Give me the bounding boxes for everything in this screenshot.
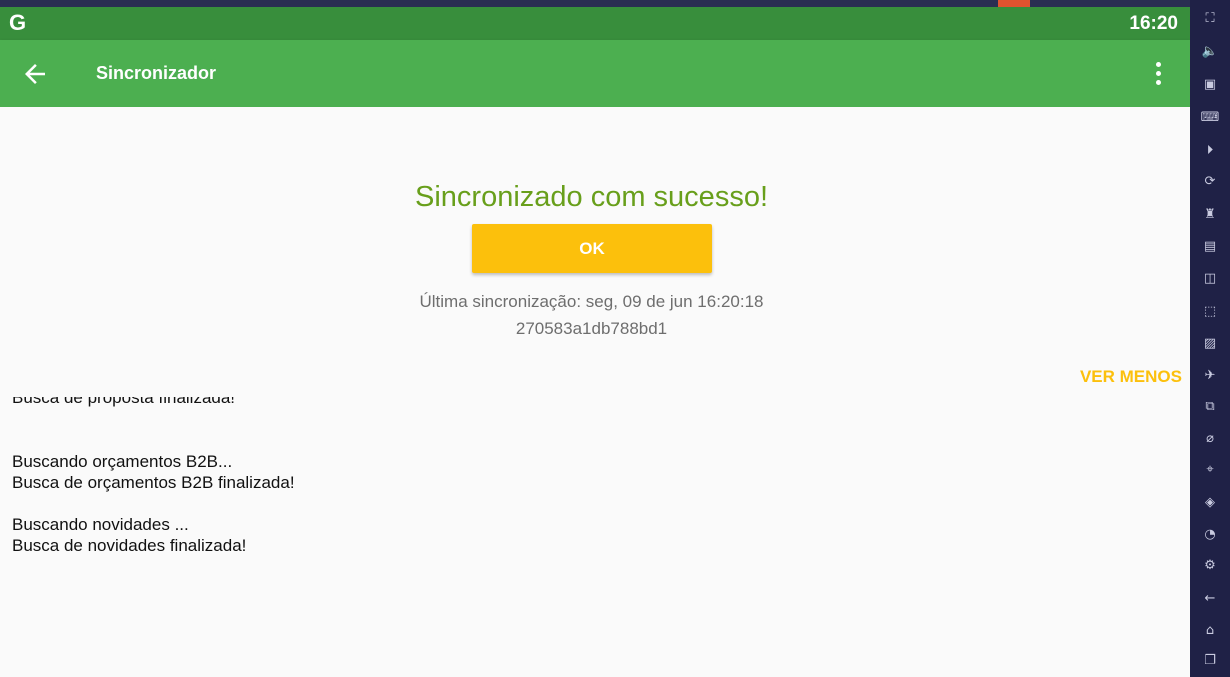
fullscreen-icon[interactable]: ⛶ xyxy=(1199,8,1221,30)
home-icon[interactable]: ⌂ xyxy=(1199,620,1221,642)
status-clock: 16:20 xyxy=(1129,13,1178,34)
ok-button[interactable]: OK xyxy=(472,224,712,273)
emulator-sidebar: ⛶ 🔈 ▣ ⌨ ⏵ ⟳ ♜ ▤ ◫ ⬚ ▨ ✈ ⧉ ⌀ ⌖ ◈ ◔ ⚙ ← ⌂ … xyxy=(1190,0,1230,677)
sync-log: Busca de proposta finalizada! Buscando o… xyxy=(12,397,712,556)
layers-icon[interactable]: ◈ xyxy=(1199,492,1221,514)
volume-icon[interactable]: 🔈 xyxy=(1199,41,1221,63)
page-title: Sincronizador xyxy=(96,63,217,83)
keyboard-icon[interactable]: ⌨ xyxy=(1199,107,1221,129)
app-logo: G xyxy=(9,10,27,35)
sync-content: Sincronizado com sucesso! OK Última sinc… xyxy=(0,107,1190,677)
gallery-icon[interactable]: ▨ xyxy=(1199,333,1221,355)
screen-record-icon[interactable]: ▣ xyxy=(1199,74,1221,96)
success-message: Sincronizado com sucesso! xyxy=(415,181,768,213)
log-line: Buscando orçamentos B2B... xyxy=(12,452,233,471)
multi-window-icon[interactable]: ⧉ xyxy=(1199,396,1221,418)
recents-icon[interactable]: ❐ xyxy=(1199,650,1221,672)
apk-icon[interactable]: ▤ xyxy=(1199,236,1221,258)
app-bar: Sincronizador xyxy=(0,40,1190,107)
log-line: Buscando novidades ... xyxy=(12,515,189,534)
location-icon[interactable]: ⌖ xyxy=(1199,459,1221,481)
rotate-icon[interactable]: ⟳ xyxy=(1199,171,1221,193)
ver-menos-button[interactable]: VER MENOS xyxy=(1080,366,1182,388)
emulator-top-bar xyxy=(0,0,1190,7)
play-icon[interactable]: ⏵ xyxy=(1199,140,1221,162)
log-line: Busca de novidades finalizada! xyxy=(12,536,247,555)
more-vert-icon[interactable] xyxy=(1146,58,1170,90)
crop-icon[interactable]: ⬚ xyxy=(1199,301,1221,323)
log-line: Busca de orçamentos B2B finalizada! xyxy=(12,473,295,492)
airplane-icon[interactable]: ✈ xyxy=(1199,365,1221,387)
last-sync-text: Última sincronização: seg, 09 de jun 16:… xyxy=(419,292,764,311)
log-line: Busca de proposta finalizada! xyxy=(12,397,236,407)
device-id: 270583a1db788bd1 xyxy=(515,319,668,338)
speed-icon[interactable]: ◔ xyxy=(1199,524,1221,546)
record-indicator[interactable] xyxy=(998,0,1030,7)
screenshot-icon[interactable]: ◫ xyxy=(1199,268,1221,290)
erase-icon[interactable]: ⌀ xyxy=(1199,428,1221,450)
back-icon[interactable]: ← xyxy=(1199,588,1221,610)
settings-icon[interactable]: ⚙ xyxy=(1199,555,1221,577)
arrow-left-icon[interactable] xyxy=(20,59,50,89)
android-status-bar: G 16:20 xyxy=(0,7,1190,40)
robot-icon[interactable]: ♜ xyxy=(1199,204,1221,226)
